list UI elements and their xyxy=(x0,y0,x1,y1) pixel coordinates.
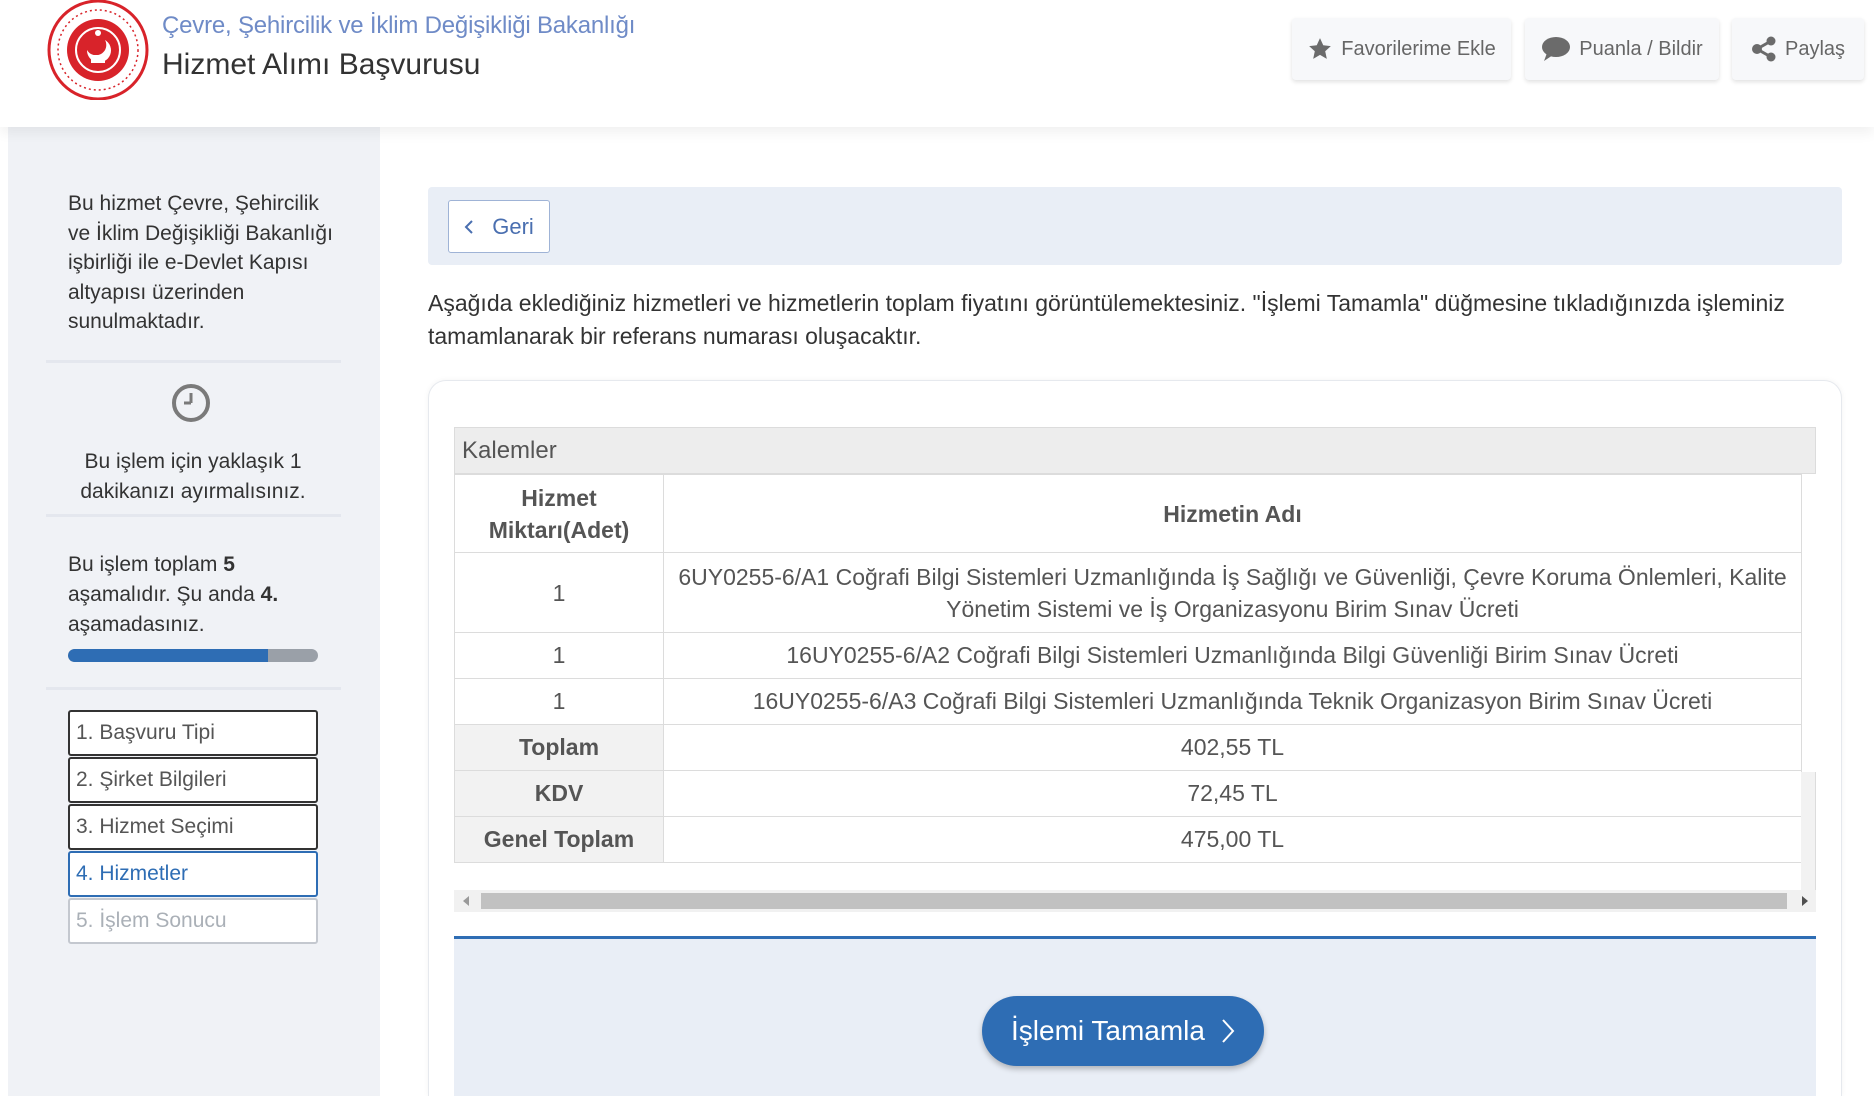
chevron-right-icon xyxy=(1222,1019,1235,1043)
share-button[interactable]: Paylaş xyxy=(1732,18,1864,80)
vat-label: KDV xyxy=(454,770,664,817)
rate-label: Puanla / Bildir xyxy=(1579,37,1703,60)
table-row: 1 16UY0255-6/A3 Coğrafi Bilgi Sistemleri… xyxy=(454,678,1802,725)
complete-label: İşlemi Tamamla xyxy=(1011,1015,1205,1046)
quantity-cell: 1 xyxy=(454,552,664,633)
clock-icon xyxy=(172,384,210,422)
steps-current: 4. xyxy=(260,583,279,606)
step-islem-sonucu: 5. İşlem Sonucu xyxy=(68,898,318,944)
sidebar: Bu hizmet Çevre, Şehircilik ve İklim Değ… xyxy=(8,127,380,1096)
sidebar-divider xyxy=(46,514,341,517)
action-toolbar: Geri xyxy=(428,187,1842,265)
chevron-left-icon xyxy=(464,219,473,234)
page-title: Hizmet Alımı Başvurusu xyxy=(162,48,481,81)
service-name-cell: 16UY0255-6/A2 Coğrafi Bilgi Sistemleri U… xyxy=(663,632,1802,679)
back-label: Geri xyxy=(492,213,534,239)
service-name-cell: 6UY0255-6/A1 Coğrafi Bilgi Sistemleri Uz… xyxy=(663,552,1802,633)
grand-total-row: Genel Toplam 475,00 TL xyxy=(454,816,1802,863)
steps-middle: aşamalıdır. Şu anda xyxy=(68,583,255,606)
scroll-right-icon[interactable] xyxy=(1802,896,1808,906)
sidebar-divider xyxy=(46,687,341,690)
action-panel: İşlemi Tamamla xyxy=(454,936,1816,1096)
step-basvuru-tipi[interactable]: 1. Başvuru Tipi xyxy=(68,710,318,756)
items-table: Hizmet Miktarı(Adet) Hizmetin Adı 1 6UY0… xyxy=(454,474,1802,863)
scrollbar-thumb[interactable] xyxy=(481,893,1787,909)
table-caption: Kalemler xyxy=(454,427,1816,474)
grand-total-label: Genel Toplam xyxy=(454,816,664,863)
step-sirket-bilgileri[interactable]: 2. Şirket Bilgileri xyxy=(68,757,318,803)
steps-total: 5 xyxy=(223,553,235,576)
grand-total-value: 475,00 TL xyxy=(663,816,1802,863)
add-favorite-label: Favorilerime Ekle xyxy=(1341,37,1496,60)
star-icon xyxy=(1309,38,1332,59)
progress-bar xyxy=(68,649,318,662)
total-value: 402,55 TL xyxy=(663,724,1802,771)
horizontal-scrollbar[interactable] xyxy=(454,890,1816,912)
ministry-logo[interactable] xyxy=(47,0,150,100)
vat-value: 72,45 TL xyxy=(663,770,1802,817)
time-estimate: Bu işlem için yaklaşık 1 dakikanızı ayır… xyxy=(80,450,306,503)
sidebar-divider xyxy=(46,360,341,363)
rate-button[interactable]: Puanla / Bildir xyxy=(1525,18,1719,80)
table-row: 1 6UY0255-6/A1 Coğrafi Bilgi Sistemleri … xyxy=(454,552,1802,633)
add-favorite-button[interactable]: Favorilerime Ekle xyxy=(1292,18,1511,80)
intro-text: Aşağıda eklediğiniz hizmetleri ve hizmet… xyxy=(428,290,1785,349)
header: Çevre, Şehircilik ve İklim Değişikliği B… xyxy=(0,0,1874,127)
total-label: Toplam xyxy=(454,724,664,771)
steps-summary: Bu işlem toplam 5 aşamalıdır. Şu anda 4.… xyxy=(68,550,338,640)
steps-prefix: Bu işlem toplam xyxy=(68,553,218,576)
complete-button[interactable]: İşlemi Tamamla xyxy=(982,996,1264,1066)
progress-fill xyxy=(68,649,268,662)
ministry-name[interactable]: Çevre, Şehircilik ve İklim Değişikliği B… xyxy=(162,12,635,40)
back-button[interactable]: Geri xyxy=(448,200,550,253)
quantity-cell: 1 xyxy=(454,632,664,679)
share-label: Paylaş xyxy=(1784,37,1846,60)
step-hizmetler[interactable]: 4. Hizmetler xyxy=(68,851,318,897)
quantity-cell: 1 xyxy=(454,678,664,725)
comment-icon xyxy=(1542,37,1571,61)
scroll-left-icon[interactable] xyxy=(463,896,469,906)
column-header-quantity: Hizmet Miktarı(Adet) xyxy=(454,474,664,553)
steps-suffix: aşamadasınız. xyxy=(68,613,205,636)
table-row: 1 16UY0255-6/A2 Coğrafi Bilgi Sistemleri… xyxy=(454,632,1802,679)
service-name-cell: 16UY0255-6/A3 Coğrafi Bilgi Sistemleri U… xyxy=(663,678,1802,725)
vat-row: KDV 72,45 TL xyxy=(454,770,1802,817)
column-header-service-name: Hizmetin Adı xyxy=(663,474,1802,553)
share-icon xyxy=(1751,36,1776,62)
total-row: Toplam 402,55 TL xyxy=(454,724,1802,771)
service-provider-info: Bu hizmet Çevre, Şehircilik ve İklim Değ… xyxy=(68,192,333,333)
step-hizmet-secimi[interactable]: 3. Hizmet Seçimi xyxy=(68,804,318,850)
items-table-container: Kalemler Hizmet Miktarı(Adet) Hizmetin A… xyxy=(454,427,1816,910)
